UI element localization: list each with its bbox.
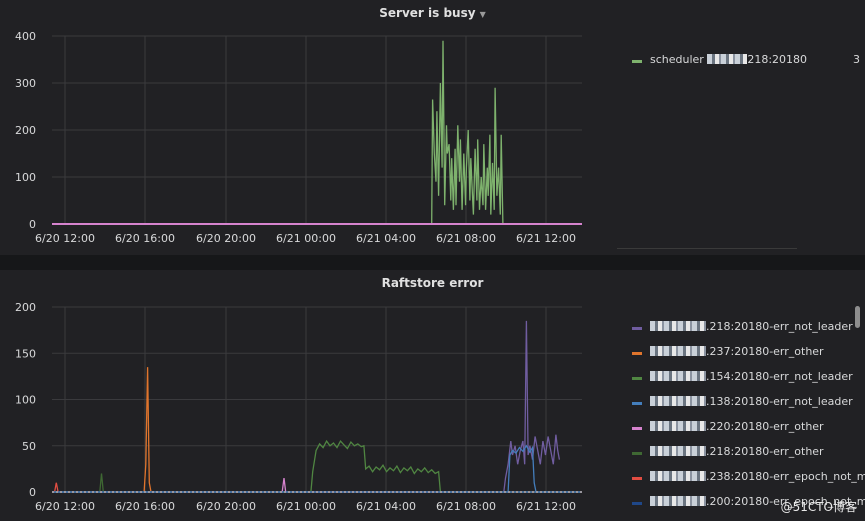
- legend-label-text: .218:20180-err_not_leader: [706, 320, 853, 333]
- server-busy-panel: Server is busy ▼ 6/20 12:00 6/20 16:00 6/20…: [0, 0, 865, 255]
- redacted-host: [650, 471, 706, 481]
- redacted-host: [650, 446, 706, 456]
- x-tick-label: 6/21 04:00: [356, 232, 416, 245]
- series-line: [52, 473, 582, 493]
- series-line: [52, 367, 582, 493]
- redacted-host: [650, 421, 706, 431]
- series-line: [52, 444, 582, 493]
- legend-divider: [617, 248, 797, 249]
- y-tick-label: 400: [15, 30, 36, 43]
- legend-swatch: [632, 352, 642, 355]
- raftstore-error-panel: Raftstore error 6/20 12:00 6/20 16:00 6/20…: [0, 270, 865, 521]
- legend-swatch: [632, 427, 642, 430]
- y-tick-label: 200: [15, 301, 36, 314]
- x-tick-label: 6/21 12:00: [516, 232, 576, 245]
- y-tick-label: 50: [22, 440, 36, 453]
- legend-label-text: .154:20180-err_not_leader: [706, 370, 853, 383]
- legend-label: scheduler 218:20180: [650, 53, 807, 66]
- redacted-host: [650, 346, 706, 356]
- panel-gap: [0, 255, 865, 270]
- y-tick-label: 150: [15, 347, 36, 360]
- redacted-host: [650, 396, 706, 406]
- redacted-host: [650, 371, 706, 381]
- legend-value: 3: [853, 53, 860, 66]
- x-tick-label: 6/20 20:00: [196, 500, 256, 513]
- legend-swatch: [632, 60, 642, 63]
- legend-label: .238:20180-err_epoch_not_m: [650, 470, 865, 483]
- legend-label-text: .238:20180-err_epoch_not_m: [706, 470, 865, 483]
- legend-label-text: .220:20180-err_other: [706, 420, 824, 433]
- raftstore-error-chart: 6/20 12:00 6/20 16:00 6/20 20:00 6/21 00:00…: [15, 301, 582, 513]
- x-tick-label: 6/20 20:00: [196, 232, 256, 245]
- legend-swatch: [632, 477, 642, 480]
- legend-swatch: [632, 402, 642, 405]
- x-tick-label: 6/20 12:00: [35, 500, 95, 513]
- legend-swatch: [632, 452, 642, 455]
- legend-label: .218:20180-err_not_leader: [650, 320, 853, 333]
- series-line: [52, 40, 582, 225]
- server-busy-chart: 6/20 12:00 6/20 16:00 6/20 20:00 6/21 00:00…: [15, 30, 582, 245]
- redacted-host: [650, 496, 706, 506]
- y-tick-label: 100: [15, 394, 36, 407]
- legend-label-text: .218:20180-err_other: [706, 445, 824, 458]
- y-tick-label: 300: [15, 77, 36, 90]
- series-line: [52, 478, 582, 493]
- x-tick-label: 6/21 04:00: [356, 500, 416, 513]
- legend-label-suffix: 218:20180: [747, 53, 808, 66]
- x-tick-label: 6/21 00:00: [276, 500, 336, 513]
- watermark: @51CTO博客: [780, 500, 857, 514]
- legend-label-text: .138:20180-err_not_leader: [706, 395, 853, 408]
- x-tick-label: 6/20 16:00: [115, 500, 175, 513]
- x-tick-label: 6/21 12:00: [516, 500, 576, 513]
- legend-label-text: .237:20180-err_other: [706, 345, 824, 358]
- legend-label: .138:20180-err_not_leader: [650, 395, 853, 408]
- legend-label: .154:20180-err_not_leader: [650, 370, 853, 383]
- y-tick-label: 200: [15, 124, 36, 137]
- legend-label: .220:20180-err_other: [650, 420, 824, 433]
- legend-scrollbar[interactable]: [855, 306, 860, 328]
- legend-swatch: [632, 327, 642, 330]
- redacted-host: [650, 321, 706, 331]
- legend-swatch: [632, 377, 642, 380]
- legend-label: .218:20180-err_other: [650, 445, 824, 458]
- y-tick-label: 0: [29, 486, 36, 499]
- x-tick-label: 6/21 08:00: [436, 232, 496, 245]
- series-line: [52, 439, 582, 493]
- legend-label-prefix: scheduler: [650, 53, 704, 66]
- legend-label: .237:20180-err_other: [650, 345, 824, 358]
- series-line: [52, 482, 582, 493]
- x-tick-label: 6/21 08:00: [436, 500, 496, 513]
- redacted-host: [707, 54, 748, 64]
- x-tick-label: 6/20 16:00: [115, 232, 175, 245]
- y-tick-label: 100: [15, 171, 36, 184]
- x-tick-label: 6/21 00:00: [276, 232, 336, 245]
- y-tick-label: 0: [29, 218, 36, 231]
- x-tick-label: 6/20 12:00: [35, 232, 95, 245]
- legend-swatch: [632, 502, 642, 505]
